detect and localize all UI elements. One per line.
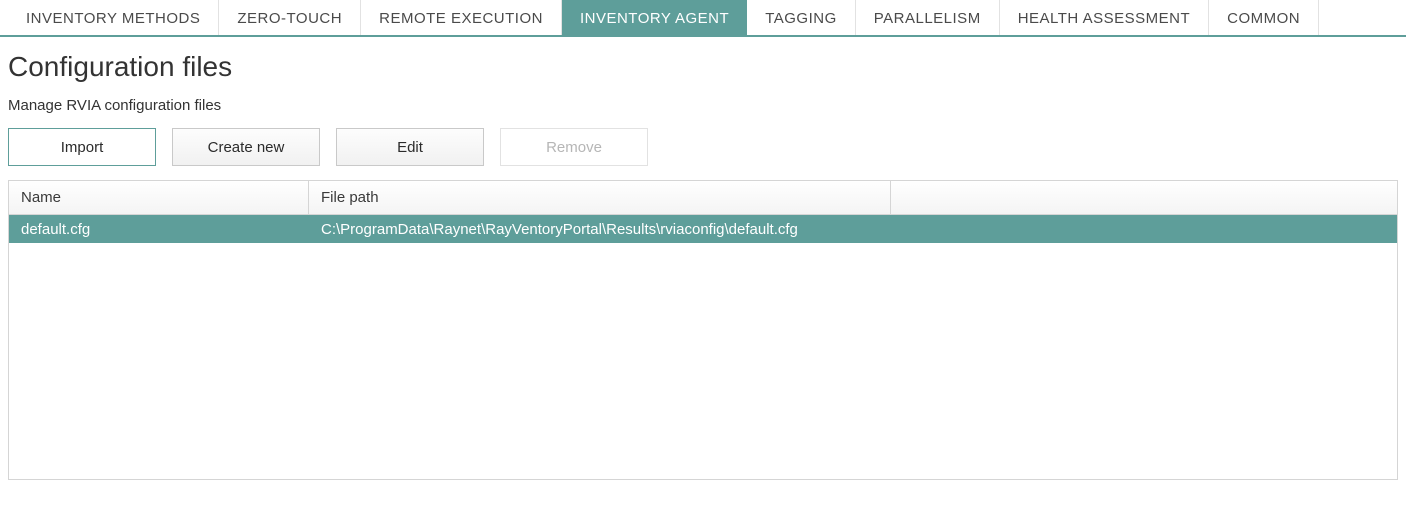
grid-header: Name File path [9, 181, 1397, 215]
tab-tagging[interactable]: TAGGING [747, 0, 856, 35]
column-header-empty [891, 181, 1397, 214]
page-subtitle: Manage RVIA configuration files [8, 97, 1398, 114]
tab-health-assessment[interactable]: HEALTH ASSESSMENT [1000, 0, 1209, 35]
tab-inventory-methods[interactable]: INVENTORY METHODS [8, 0, 219, 35]
remove-button: Remove [500, 128, 648, 166]
page-title: Configuration files [8, 51, 1398, 83]
column-header-filepath[interactable]: File path [309, 181, 891, 214]
table-row[interactable]: default.cfg C:\ProgramData\Raynet\RayVen… [9, 215, 1397, 243]
tab-parallelism[interactable]: PARALLELISM [856, 0, 1000, 35]
tab-common[interactable]: COMMON [1209, 0, 1319, 35]
toolbar: Import Create new Edit Remove [8, 128, 1398, 166]
tab-remote-execution[interactable]: REMOTE EXECUTION [361, 0, 562, 35]
edit-button[interactable]: Edit [336, 128, 484, 166]
import-button[interactable]: Import [8, 128, 156, 166]
cell-filepath: C:\ProgramData\Raynet\RayVentoryPortal\R… [309, 221, 1397, 238]
create-new-button[interactable]: Create new [172, 128, 320, 166]
tab-inventory-agent[interactable]: INVENTORY AGENT [562, 0, 747, 35]
cell-name: default.cfg [9, 221, 309, 238]
column-header-name[interactable]: Name [9, 181, 309, 214]
config-files-grid: Name File path default.cfg C:\ProgramDat… [8, 180, 1398, 480]
tab-zero-touch[interactable]: ZERO-TOUCH [219, 0, 361, 35]
content-area: Configuration files Manage RVIA configur… [0, 37, 1406, 480]
tab-bar: INVENTORY METHODS ZERO-TOUCH REMOTE EXEC… [0, 0, 1406, 37]
